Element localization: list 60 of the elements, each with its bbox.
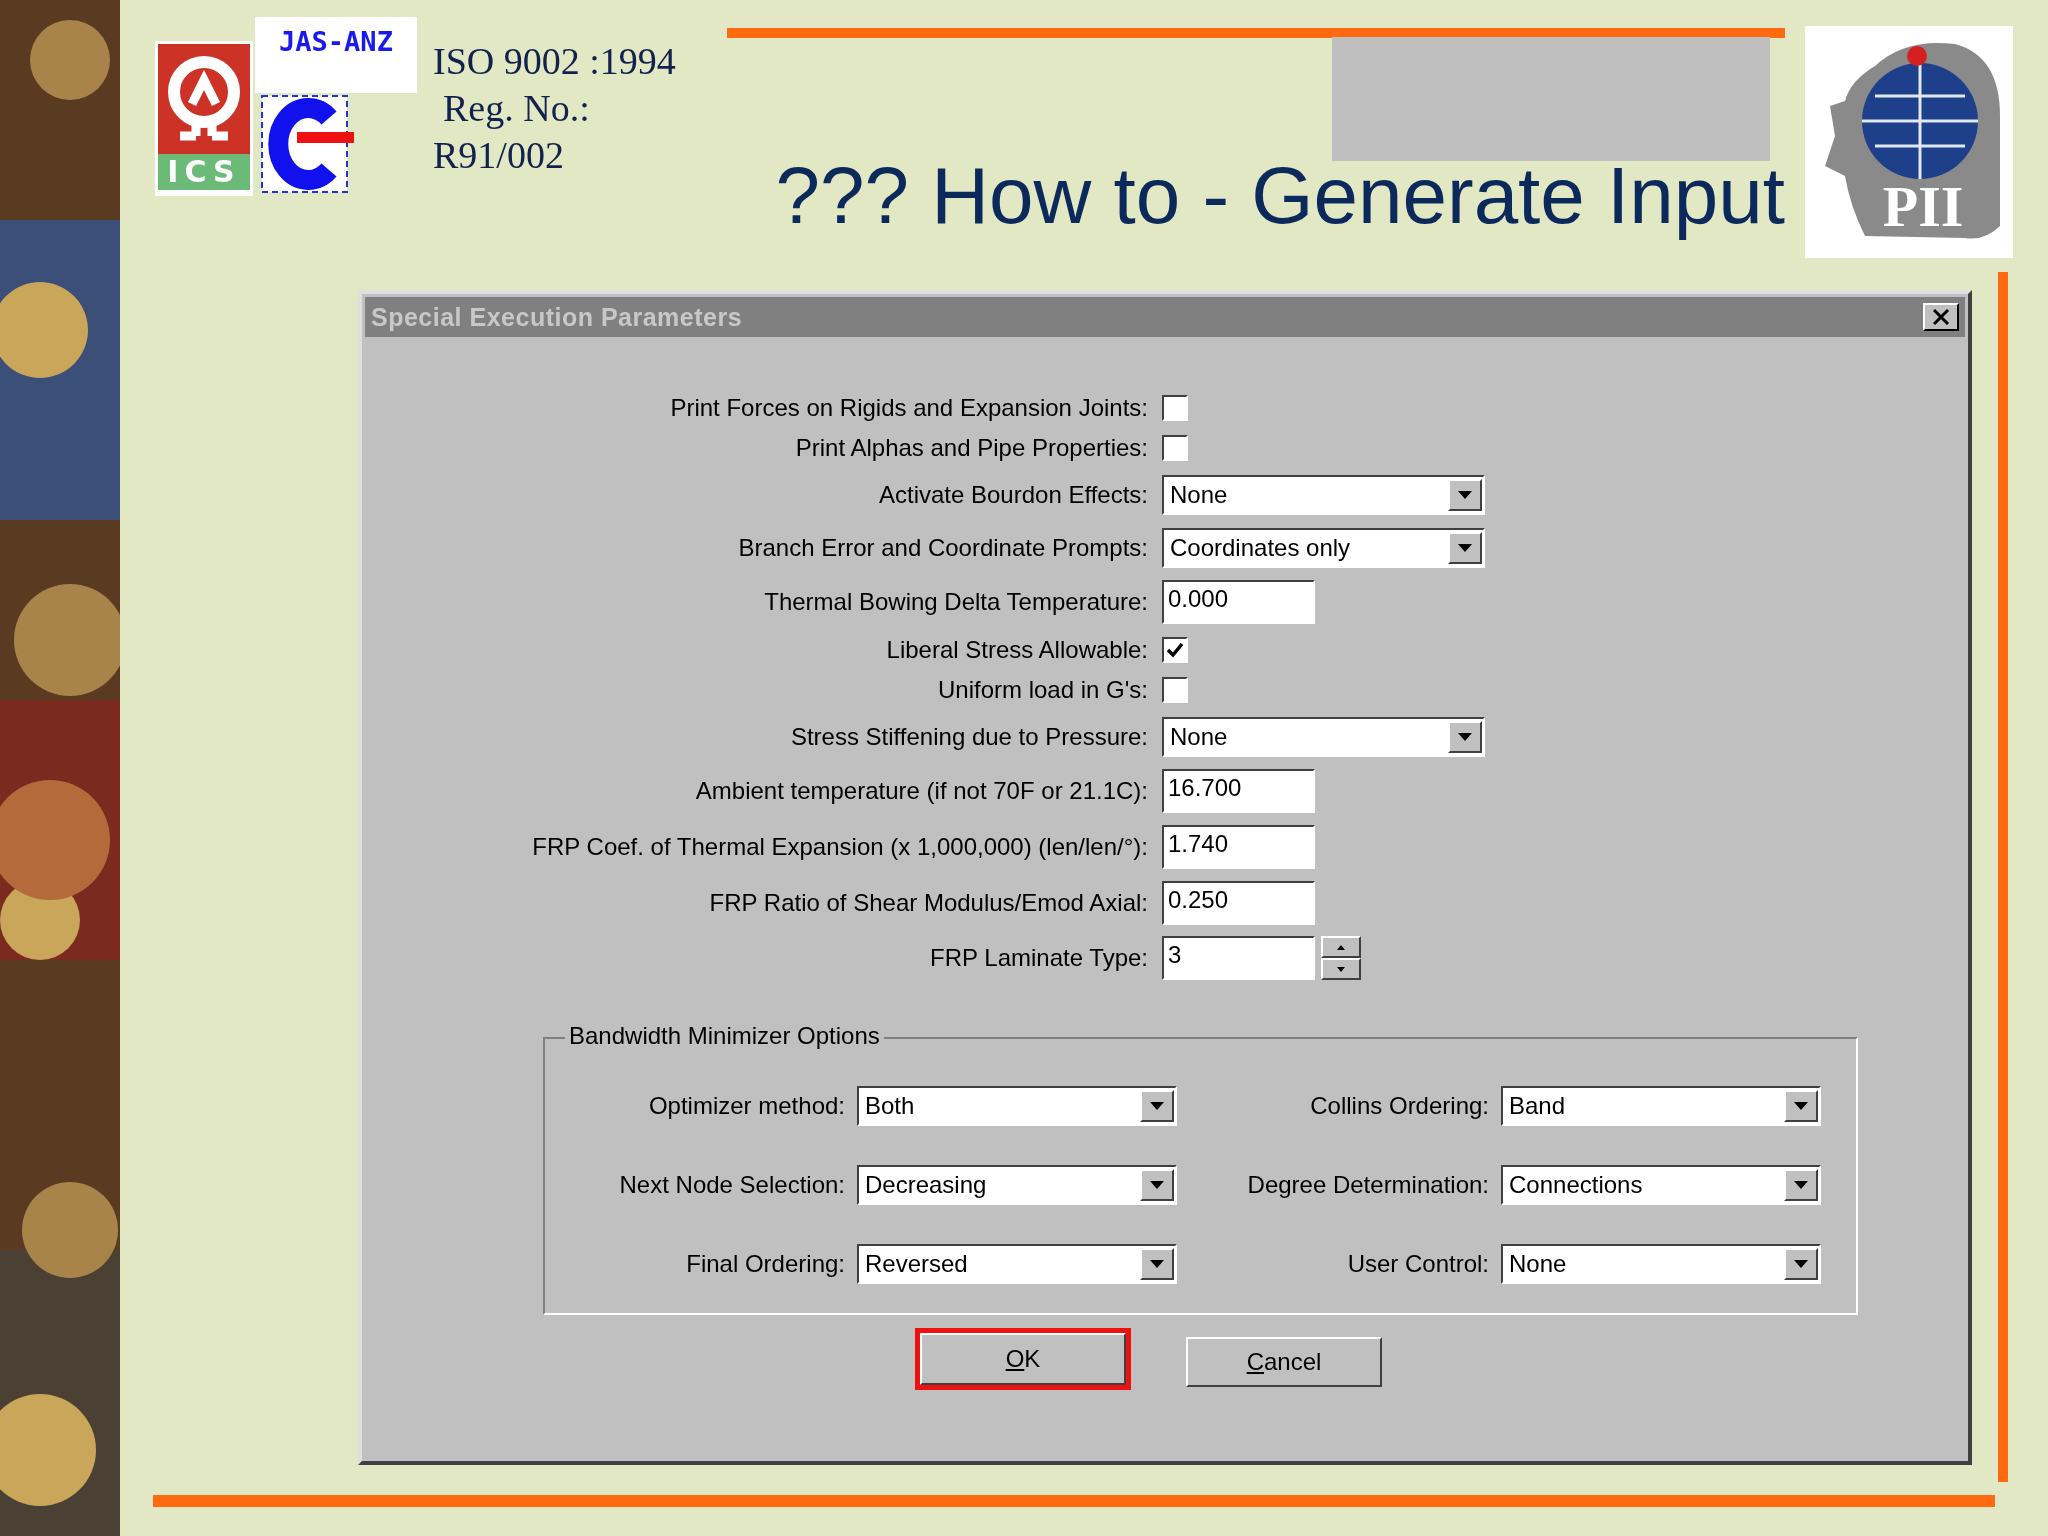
dropdown-arrow-icon — [1458, 543, 1472, 552]
ics-logo: ICS — [155, 41, 253, 196]
text-field[interactable]: 3 — [1162, 936, 1315, 980]
field-label: User Control: — [1347, 1250, 1489, 1278]
dropdown[interactable]: Decreasing — [857, 1165, 1177, 1205]
field-label: Uniform load in G's: — [937, 675, 1148, 705]
field-label: Next Node Selection: — [619, 1171, 845, 1199]
text-field[interactable]: 0.250 — [1162, 881, 1315, 925]
checkbox[interactable] — [1162, 435, 1188, 461]
field-label: Final Ordering: — [686, 1250, 845, 1278]
close-button[interactable] — [1923, 303, 1959, 331]
logo-text: PII — [1882, 174, 1964, 239]
field-label: Print Forces on Rigids and Expansion Joints: — [669, 393, 1148, 423]
checkbox[interactable] — [1162, 677, 1188, 703]
certificate-text: ISO 9002 :1994 — [433, 39, 677, 84]
text-field[interactable]: 1.740 — [1162, 825, 1315, 869]
checkbox[interactable] — [1162, 637, 1188, 663]
cancel-button[interactable]: Cancel — [1186, 1337, 1382, 1387]
field-label: Optimizer method: — [648, 1092, 845, 1120]
dropdown[interactable]: Coordinates only — [1162, 527, 1485, 568]
certificate-text: R91/002 — [433, 133, 565, 178]
certificate-text: Reg. No.: — [442, 86, 591, 131]
slide-title: ??? How to - Generate Input — [775, 151, 1785, 241]
dropdown[interactable]: None — [1162, 716, 1485, 757]
up-arrow-icon — [1337, 944, 1345, 950]
window-title: Special Execution Parameters — [371, 302, 743, 332]
close-icon — [1932, 309, 1950, 325]
certification-badge: JAS-ANZ — [255, 17, 417, 93]
dropdown[interactable]: Band — [1501, 1086, 1821, 1126]
field-label: FRP Coef. of Thermal Expansion (x 1,000,000) (len/len/°): — [531, 832, 1148, 862]
dropdown[interactable]: None — [1162, 474, 1485, 515]
text-field[interactable]: 16.700 — [1162, 769, 1315, 813]
spin-down-button[interactable] — [1321, 958, 1361, 980]
dropdown-arrow-icon — [1794, 1102, 1808, 1110]
dropdown-arrow-icon — [1794, 1181, 1808, 1189]
field-label: FRP Ratio of Shear Modulus/Emod Axial: — [708, 888, 1148, 918]
dropdown[interactable]: Connections — [1501, 1165, 1821, 1205]
field-label: Print Alphas and Pipe Properties: — [794, 433, 1148, 463]
checkbox[interactable] — [1162, 395, 1188, 421]
field-label: Collins Ordering: — [1310, 1092, 1489, 1120]
field-label: Liberal Stress Allowable: — [885, 635, 1148, 665]
dropdown-arrow-icon — [1150, 1181, 1164, 1189]
text-field[interactable]: 0.000 — [1162, 580, 1315, 624]
dropdown-arrow-icon — [1150, 1260, 1164, 1268]
field-label: FRP Laminate Type: — [929, 943, 1148, 973]
field-label: Thermal Bowing Delta Temperature: — [763, 587, 1148, 617]
dropdown[interactable]: Both — [857, 1086, 1177, 1126]
dropdown[interactable]: None — [1501, 1244, 1821, 1284]
field-label: Branch Error and Coordinate Prompts: — [737, 532, 1148, 563]
dropdown-arrow-icon — [1458, 490, 1472, 499]
field-label: Stress Stiffening due to Pressure: — [789, 721, 1148, 752]
field-label: Ambient temperature (if not 70F or 21.1C): — [694, 776, 1148, 806]
dropdown-arrow-icon — [1150, 1102, 1164, 1110]
field-label: Activate Bourdon Effects: — [877, 479, 1148, 510]
down-arrow-icon — [1337, 966, 1345, 972]
field-label: Degree Determination: — [1247, 1171, 1489, 1199]
dropdown[interactable]: Reversed — [857, 1244, 1177, 1284]
dropdown-arrow-icon — [1458, 732, 1472, 741]
spin-up-button[interactable] — [1321, 936, 1361, 958]
dropdown-arrow-icon — [1794, 1260, 1808, 1268]
